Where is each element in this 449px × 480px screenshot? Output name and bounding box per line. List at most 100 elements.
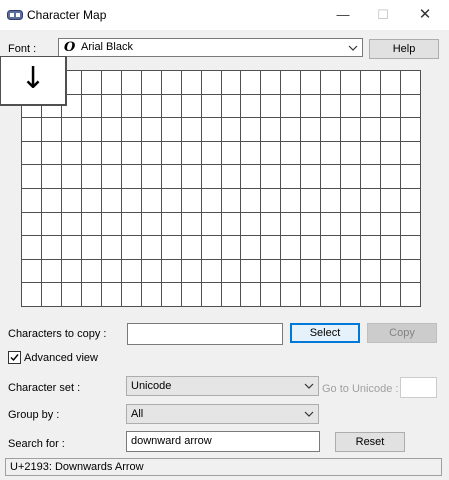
character-cell[interactable] [81, 94, 102, 119]
character-cell[interactable] [161, 118, 182, 142]
character-cell[interactable] [281, 236, 302, 260]
character-cell[interactable] [301, 236, 322, 260]
character-cell[interactable] [381, 118, 402, 142]
character-cell[interactable] [81, 259, 102, 284]
character-cell[interactable] [301, 94, 322, 119]
character-cell[interactable] [361, 259, 382, 284]
character-cell[interactable] [61, 141, 82, 166]
maximize-button[interactable]: ☐ [363, 0, 403, 30]
character-cell[interactable] [201, 165, 222, 189]
character-cell[interactable] [201, 189, 222, 213]
character-cell[interactable] [381, 283, 402, 307]
character-cell[interactable] [61, 189, 82, 213]
character-cell[interactable] [341, 118, 362, 142]
character-cell[interactable] [121, 212, 142, 237]
character-cell[interactable] [381, 71, 402, 95]
character-cell[interactable] [41, 141, 62, 166]
character-cell[interactable] [181, 259, 202, 284]
character-cell[interactable] [22, 189, 42, 213]
character-cell[interactable] [301, 118, 322, 142]
character-cell[interactable] [361, 165, 382, 189]
character-cell[interactable] [381, 189, 402, 213]
character-cell[interactable] [321, 212, 342, 237]
character-cell[interactable] [61, 165, 82, 189]
character-cell[interactable] [22, 259, 42, 284]
character-cell[interactable] [321, 236, 342, 260]
character-cell[interactable] [141, 259, 162, 284]
character-cell[interactable] [81, 236, 102, 260]
character-cell[interactable] [341, 141, 362, 166]
character-cell[interactable] [161, 71, 182, 95]
title-bar[interactable]: Character Map — ☐ ✕ [0, 0, 449, 30]
character-cell[interactable] [261, 189, 282, 213]
character-cell[interactable] [401, 165, 421, 189]
character-cell[interactable] [41, 212, 62, 237]
character-cell[interactable] [281, 141, 302, 166]
character-cell[interactable] [121, 141, 142, 166]
character-cell[interactable] [341, 259, 362, 284]
character-cell[interactable] [261, 141, 282, 166]
character-cell[interactable] [221, 259, 242, 284]
character-cell[interactable] [181, 94, 202, 119]
advanced-view-label[interactable]: Advanced view [24, 352, 98, 364]
character-cell[interactable] [201, 118, 222, 142]
character-cell[interactable] [81, 283, 102, 307]
character-cell[interactable] [161, 94, 182, 119]
character-cell[interactable] [301, 283, 322, 307]
character-cell[interactable] [281, 189, 302, 213]
character-cell[interactable] [221, 236, 242, 260]
character-cell[interactable] [381, 259, 402, 284]
character-cell[interactable] [381, 94, 402, 119]
character-cell[interactable] [81, 189, 102, 213]
character-cell[interactable] [261, 94, 282, 119]
character-cell[interactable] [321, 118, 342, 142]
character-cell[interactable] [221, 212, 242, 237]
character-cell[interactable] [241, 212, 262, 237]
character-cell[interactable] [121, 165, 142, 189]
character-cell[interactable] [101, 259, 122, 284]
character-cell[interactable] [141, 189, 162, 213]
search-input[interactable]: downward arrow [126, 431, 320, 452]
select-button[interactable]: Select [290, 323, 360, 343]
character-cell[interactable] [121, 236, 142, 260]
character-cell[interactable] [22, 236, 42, 260]
character-cell[interactable] [361, 236, 382, 260]
character-cell[interactable] [361, 212, 382, 237]
character-cell[interactable] [221, 141, 242, 166]
character-cell[interactable] [361, 118, 382, 142]
character-cell[interactable] [181, 212, 202, 237]
character-cell[interactable] [341, 236, 362, 260]
help-button[interactable]: Help [369, 39, 439, 59]
character-cell[interactable] [361, 71, 382, 95]
character-cell[interactable] [301, 141, 322, 166]
character-cell[interactable] [121, 259, 142, 284]
character-cell[interactable] [161, 165, 182, 189]
character-cell[interactable] [401, 118, 421, 142]
character-cell[interactable] [41, 118, 62, 142]
character-cell[interactable] [221, 118, 242, 142]
character-cell[interactable] [401, 236, 421, 260]
character-cell[interactable] [321, 259, 342, 284]
character-cell[interactable] [261, 283, 282, 307]
character-cell[interactable] [401, 212, 421, 237]
character-cell[interactable] [221, 94, 242, 119]
character-cell[interactable] [281, 71, 302, 95]
character-cell[interactable] [341, 212, 362, 237]
character-cell[interactable] [241, 259, 262, 284]
character-cell[interactable] [121, 71, 142, 95]
character-cell[interactable] [161, 212, 182, 237]
character-cell[interactable] [101, 212, 122, 237]
character-cell[interactable] [281, 94, 302, 119]
character-cell[interactable] [101, 236, 122, 260]
character-cell[interactable] [201, 283, 222, 307]
character-cell[interactable] [141, 283, 162, 307]
character-cell[interactable] [121, 118, 142, 142]
character-cell[interactable] [101, 71, 122, 95]
character-cell[interactable] [241, 165, 262, 189]
character-cell[interactable] [61, 283, 82, 307]
character-cell[interactable] [81, 212, 102, 237]
character-cell[interactable] [241, 118, 262, 142]
character-cell[interactable] [201, 141, 222, 166]
character-cell[interactable] [41, 165, 62, 189]
character-cell[interactable] [22, 283, 42, 307]
